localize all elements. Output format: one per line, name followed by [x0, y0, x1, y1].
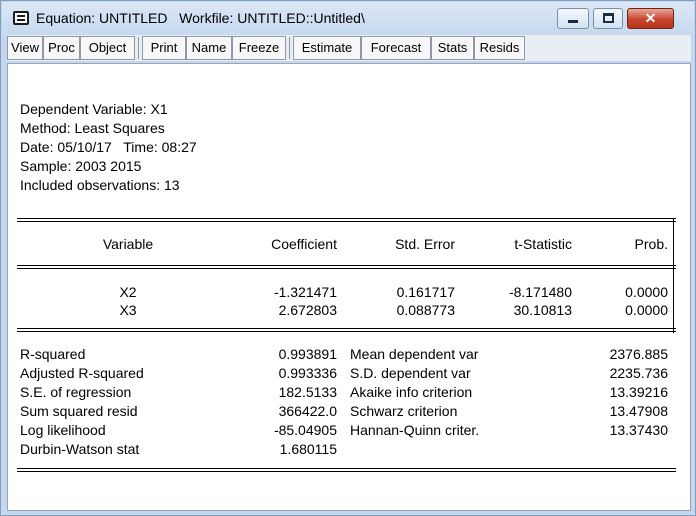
stat-value: 2376.885 [609, 346, 668, 362]
stat-label: Sum squared resid [20, 403, 138, 419]
col-header-t-statistic: t-Statistic [514, 236, 572, 252]
window-menu-icon[interactable] [13, 11, 29, 25]
stat-value: 2235.736 [609, 365, 668, 381]
forecast-button[interactable]: Forecast [361, 36, 431, 60]
estimate-button[interactable]: Estimate [293, 36, 361, 60]
stat-label: Mean dependent var [350, 346, 479, 362]
table-rule [17, 468, 676, 472]
stats-button[interactable]: Stats [431, 36, 474, 60]
col-header-variable: Variable [102, 236, 154, 252]
table-rule [17, 328, 676, 332]
row-t-statistic: 30.10813 [513, 302, 572, 318]
minimize-icon [568, 20, 578, 23]
table-rule [17, 265, 676, 269]
close-icon: ✕ [644, 10, 657, 26]
output-area[interactable]: Dependent Variable: X1 Method: Least Squ… [7, 63, 691, 511]
row-t-statistic: -8.171480 [508, 284, 572, 300]
title-bar[interactable]: Equation: UNTITLED Workfile: UNTITLED::U… [2, 2, 694, 34]
stat-value: 0.993891 [278, 346, 337, 362]
object-button[interactable]: Object [80, 36, 135, 60]
stat-value: 13.39216 [609, 384, 668, 400]
stat-label: Durbin-Watson stat [20, 441, 140, 457]
row-variable: X3 [119, 302, 137, 318]
print-button[interactable]: Print [142, 36, 186, 60]
stat-label: Hannan-Quinn criter. [350, 422, 480, 438]
toolbar-separator [289, 37, 290, 59]
stat-value: 13.47908 [609, 403, 668, 419]
date-time: Date: 05/10/17 Time: 08:27 [20, 139, 197, 155]
stat-value: 0.993336 [278, 365, 337, 381]
row-coefficient: 2.672803 [278, 302, 337, 318]
table-rule [17, 218, 676, 222]
row-prob: 0.0000 [625, 302, 668, 318]
toolbar: View Proc Object Print Name Freeze Estim… [7, 35, 691, 61]
view-button[interactable]: View [7, 36, 43, 60]
freeze-button[interactable]: Freeze [232, 36, 286, 60]
stat-label: R-squared [20, 346, 86, 362]
row-prob: 0.0000 [625, 284, 668, 300]
stat-label: S.E. of regression [20, 384, 132, 400]
window-title: Equation: UNTITLED Workfile: UNTITLED::U… [36, 10, 365, 26]
col-header-prob: Prob. [634, 236, 668, 252]
minimize-button[interactable] [557, 8, 589, 29]
name-button[interactable]: Name [186, 36, 232, 60]
observations-label: Included observations: 13 [20, 177, 180, 193]
resids-button[interactable]: Resids [474, 36, 525, 60]
row-std-error: 0.161717 [396, 284, 455, 300]
maximize-icon [603, 13, 614, 23]
proc-button[interactable]: Proc [43, 36, 80, 60]
stat-value: -85.04905 [273, 422, 337, 438]
row-variable: X2 [119, 284, 137, 300]
dependent-variable: Dependent Variable: X1 [20, 101, 168, 117]
stat-value: 1.680115 [279, 441, 337, 457]
col-header-std-error: Std. Error [395, 236, 455, 252]
stat-label: Adjusted R-squared [20, 365, 144, 381]
equation-window: Equation: UNTITLED Workfile: UNTITLED::U… [0, 0, 696, 516]
stat-value: 366422.0 [278, 403, 337, 419]
stat-value: 182.5133 [278, 384, 337, 400]
toolbar-separator [138, 37, 139, 59]
stat-label: Akaike info criterion [350, 384, 473, 400]
maximize-button[interactable] [593, 8, 623, 29]
stat-label: Schwarz criterion [350, 403, 458, 419]
stat-label: Log likelihood [20, 422, 106, 438]
table-right-border [673, 219, 674, 333]
close-button[interactable]: ✕ [627, 8, 674, 29]
sample-label: Sample: 2003 2015 [20, 158, 142, 174]
stat-label: S.D. dependent var [350, 365, 471, 381]
method-label: Method: Least Squares [20, 120, 165, 136]
col-header-coefficient: Coefficient [271, 236, 337, 252]
row-coefficient: -1.321471 [273, 284, 337, 300]
row-std-error: 0.088773 [396, 302, 455, 318]
stat-value: 13.37430 [609, 422, 668, 438]
